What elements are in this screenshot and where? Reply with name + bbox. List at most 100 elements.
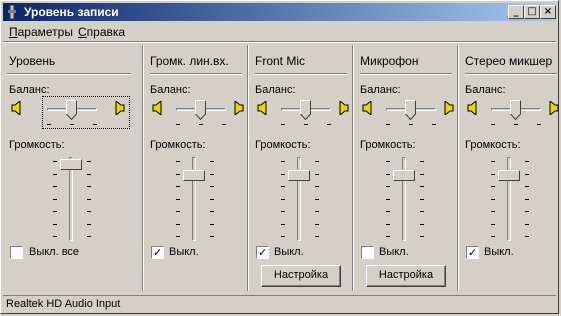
volume-tick	[53, 199, 57, 200]
volume-tick	[87, 224, 91, 225]
volume-tick	[281, 186, 285, 187]
volume-tick	[176, 224, 180, 225]
balance-thumb[interactable]	[300, 100, 311, 120]
channel-volume-label: Громкость:	[465, 139, 521, 151]
volume-tick	[176, 236, 180, 237]
speaker-left-icon	[467, 101, 477, 115]
volume-tick	[281, 161, 285, 162]
speaker-left-icon	[152, 101, 162, 115]
volume-tick	[386, 199, 390, 200]
volume-tick	[210, 236, 214, 237]
mute-label: Выкл.	[484, 246, 514, 258]
channel-volume-slider[interactable]	[180, 155, 210, 243]
volume-tick	[176, 174, 180, 175]
master-balance-slider[interactable]	[45, 99, 99, 121]
volume-tick	[210, 174, 214, 175]
maximize-icon: □	[527, 6, 537, 17]
volume-tick	[315, 236, 319, 237]
channel-balance-label: Баланс:	[150, 84, 191, 96]
volume-tick	[315, 211, 319, 212]
channel-balance-slider[interactable]	[279, 99, 333, 121]
speaker-right-icon	[444, 101, 454, 115]
volume-tick	[386, 174, 390, 175]
volume-tick	[315, 186, 319, 187]
balance-tick	[432, 124, 436, 125]
mute-checkbox[interactable]	[361, 246, 374, 259]
close-icon: ×	[543, 6, 553, 17]
recording-control-window: Уровень записи _ □ × Параметры Справка У…	[0, 0, 559, 314]
volume-tick	[210, 186, 214, 187]
channel-title-divider	[150, 73, 242, 75]
volume-tick	[491, 174, 495, 175]
advanced-settings-button[interactable]: Настройка	[261, 265, 341, 287]
volume-tick	[210, 161, 214, 162]
balance-thumb[interactable]	[195, 100, 206, 120]
volume-tick	[525, 199, 529, 200]
minimize-button[interactable]: _	[508, 5, 524, 19]
volume-tick	[53, 211, 57, 212]
balance-tick	[537, 124, 541, 125]
channel-volume-label: Громкость:	[150, 139, 206, 151]
speaker-right-icon	[115, 101, 125, 115]
master-title: Уровень	[9, 54, 56, 68]
channel-column: Микрофон Баланс: Громкость: Выкл. Настрой…	[360, 43, 455, 295]
balance-tick	[327, 124, 331, 125]
mute-checkbox[interactable]: ✓	[256, 246, 269, 259]
channel-volume-slider[interactable]	[285, 155, 315, 243]
channel-volume-slider[interactable]	[390, 155, 420, 243]
app-icon	[8, 5, 16, 19]
maximize-button[interactable]: □	[524, 5, 540, 19]
balance-thumb[interactable]	[66, 100, 77, 120]
balance-tick	[304, 124, 308, 125]
channel-balance-label: Баланс:	[360, 84, 401, 96]
volume-tick	[386, 211, 390, 212]
channel-balance-slider[interactable]	[489, 99, 543, 121]
balance-tick	[281, 124, 285, 125]
menu-help[interactable]: Справка	[78, 25, 125, 39]
balance-tick	[199, 124, 203, 125]
status-text: Realtek HD Audio Input	[6, 298, 121, 310]
volume-tick	[87, 211, 91, 212]
advanced-settings-button[interactable]: Настройка	[366, 265, 446, 287]
menu-parameters[interactable]: Параметры	[9, 25, 73, 39]
master-volume-slider[interactable]	[57, 155, 87, 243]
mute-checkbox[interactable]: ✓	[466, 246, 479, 259]
volume-thumb[interactable]	[498, 170, 520, 181]
volume-thumb[interactable]	[183, 170, 205, 181]
balance-thumb[interactable]	[405, 100, 416, 120]
balance-tick	[409, 124, 413, 125]
mute-checkbox[interactable]: ✓	[151, 246, 164, 259]
checkmark-icon: ✓	[468, 246, 478, 259]
volume-tick	[420, 199, 424, 200]
title-bar[interactable]: Уровень записи _ □ ×	[3, 3, 556, 21]
balance-thumb[interactable]	[510, 100, 521, 120]
speaker-right-icon	[339, 101, 349, 115]
volume-tick	[87, 174, 91, 175]
column-separator	[457, 45, 459, 291]
volume-tick	[315, 224, 319, 225]
mute-all-checkbox[interactable]	[10, 246, 23, 259]
volume-tick	[386, 161, 390, 162]
volume-tick	[491, 224, 495, 225]
master-volume-label: Громкость:	[9, 139, 65, 151]
channel-balance-slider[interactable]	[384, 99, 438, 121]
volume-tick	[420, 161, 424, 162]
volume-tick	[87, 199, 91, 200]
volume-thumb[interactable]	[288, 170, 310, 181]
channel-title-divider	[360, 73, 452, 75]
channel-balance-slider[interactable]	[174, 99, 228, 121]
volume-thumb[interactable]	[60, 159, 82, 170]
column-separator	[247, 45, 249, 291]
volume-tick	[53, 224, 57, 225]
volume-tick	[491, 236, 495, 237]
volume-thumb[interactable]	[393, 170, 415, 181]
volume-tick	[420, 211, 424, 212]
channel-volume-label: Громкость:	[255, 139, 311, 151]
channel-volume-slider[interactable]	[495, 155, 525, 243]
close-button[interactable]: ×	[540, 5, 556, 19]
volume-tick	[420, 186, 424, 187]
speaker-left-icon	[11, 101, 21, 115]
volume-tick	[87, 161, 91, 162]
mute-all-label: Выкл. все	[29, 246, 80, 258]
checkmark-icon: ✓	[153, 246, 163, 259]
